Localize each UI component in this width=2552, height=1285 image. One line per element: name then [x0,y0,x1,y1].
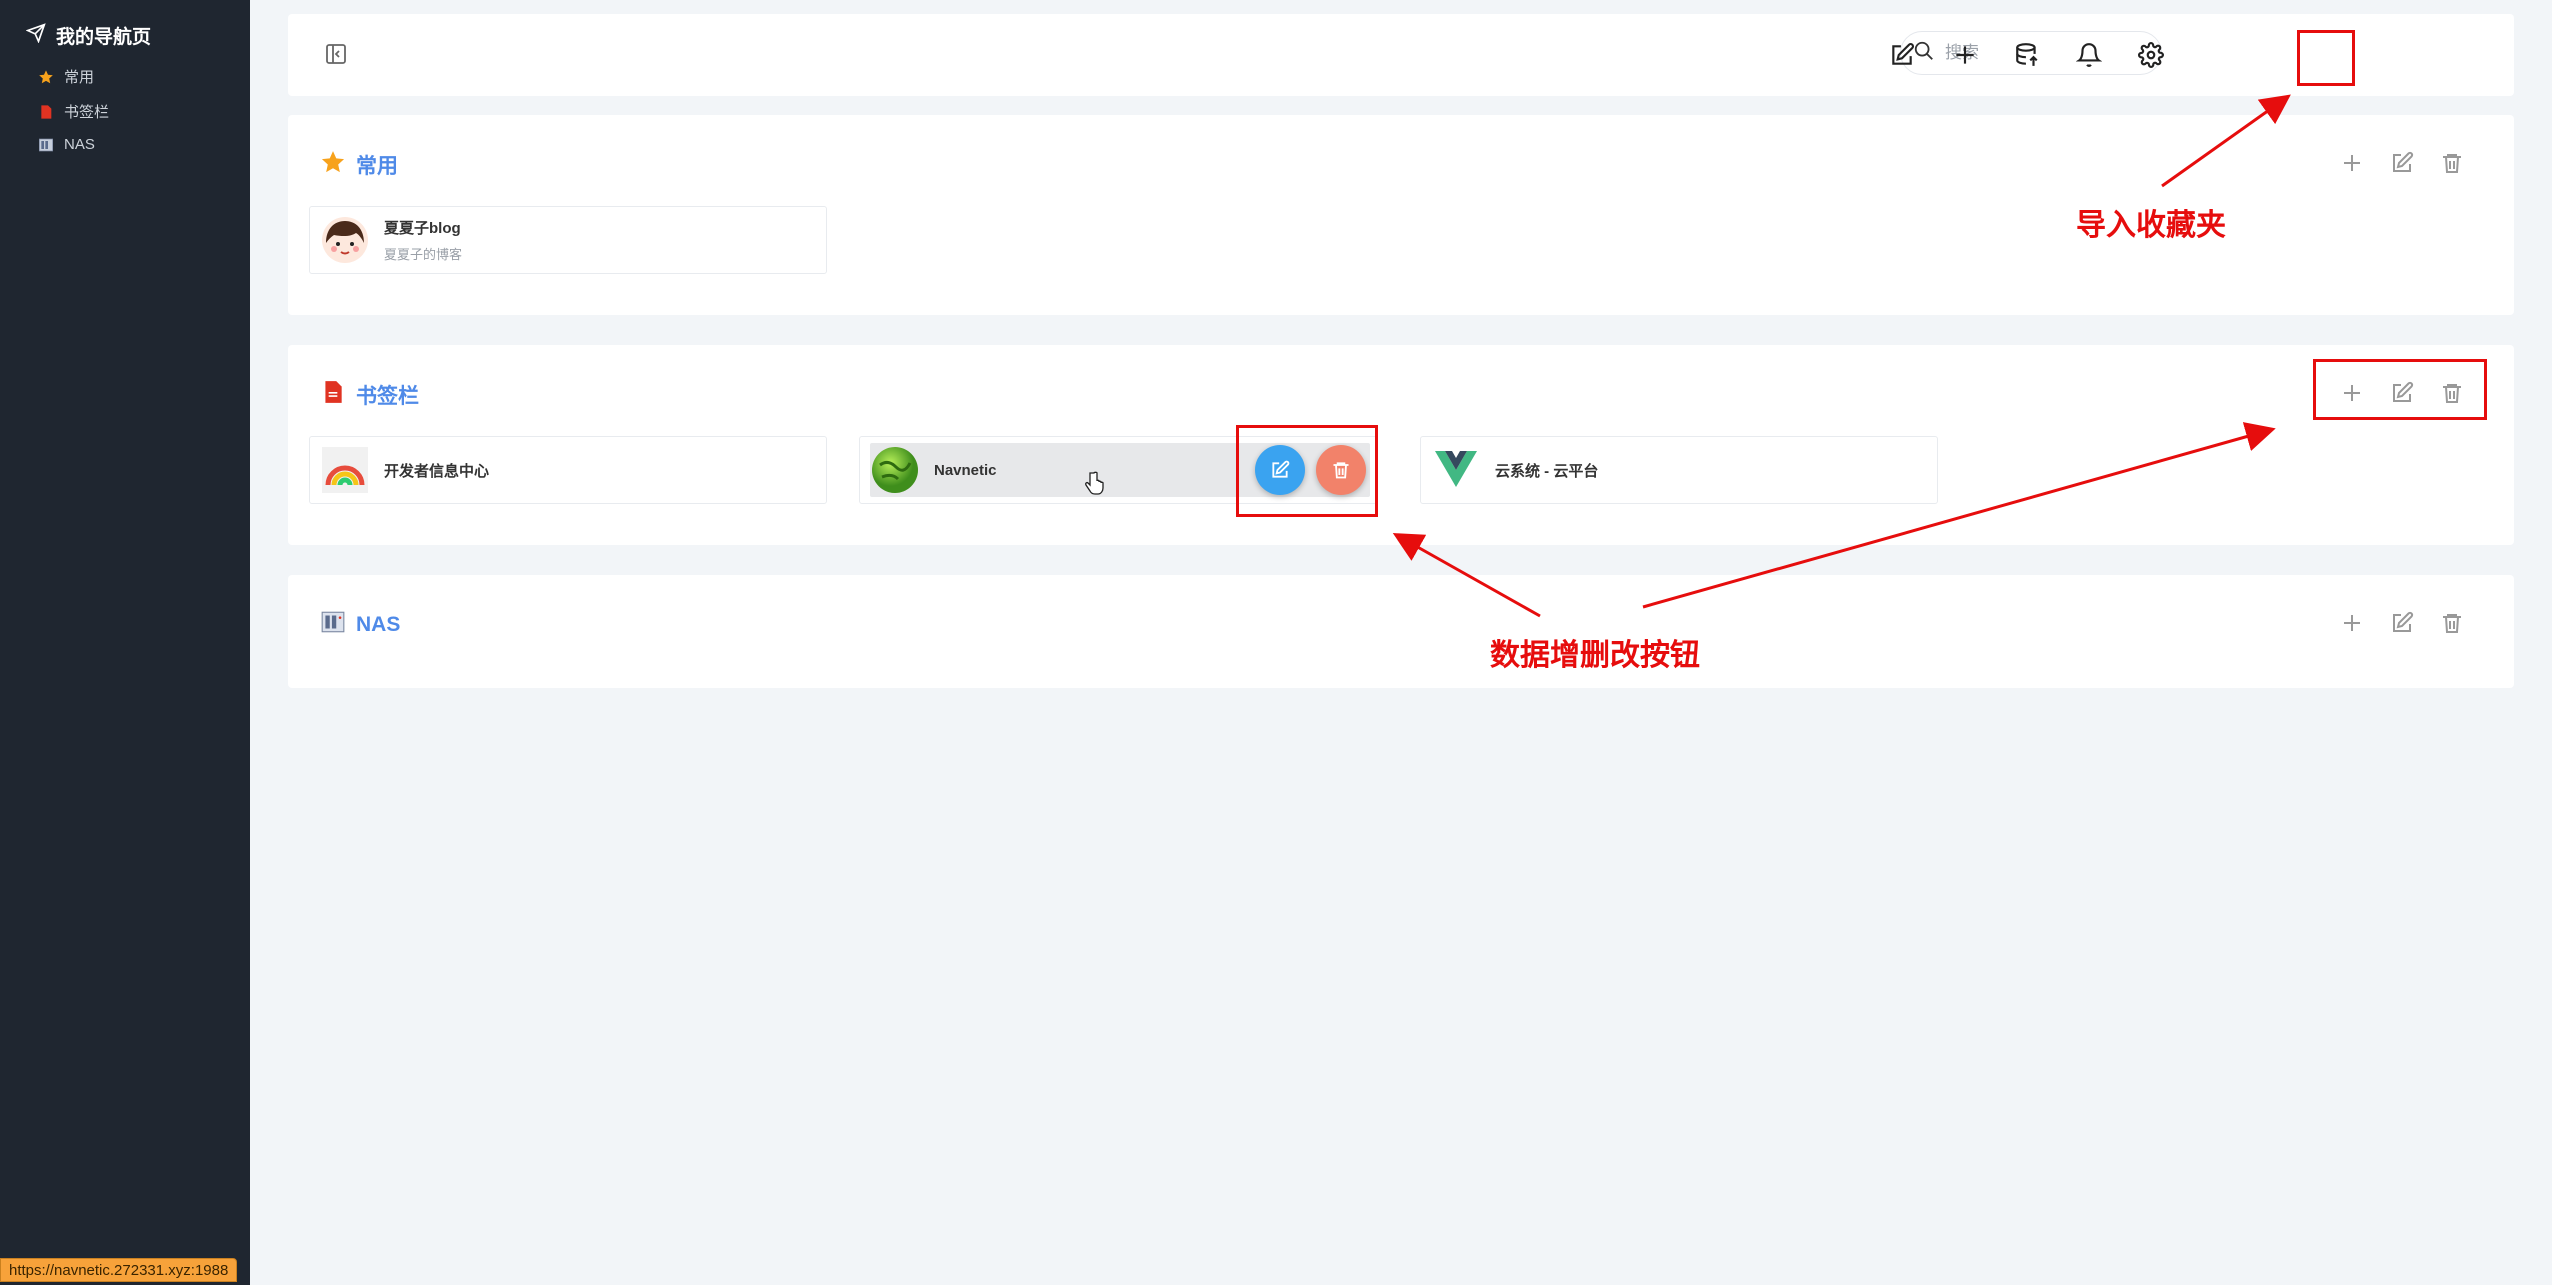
vue-logo-icon [1433,447,1479,493]
annotation-box-card-actions [1236,425,1378,517]
trash-icon[interactable] [2438,149,2466,177]
top-header [288,14,2514,96]
bookmark-card[interactable]: 云系统 - 云平台 [1420,436,1938,504]
section-title-text: 书签栏 [356,385,419,408]
star-icon [38,69,54,85]
add-icon[interactable] [2338,609,2366,637]
section-title: 书签栏 [320,379,419,411]
document-icon [38,104,54,120]
document-icon [320,379,346,411]
section-title: NAS [320,609,400,641]
trash-icon[interactable] [2438,609,2466,637]
plus-icon[interactable] [1948,38,1982,72]
edit-icon[interactable] [1885,38,1919,72]
annotation-label-import: 导入收藏夹 [2076,208,2226,243]
section-title-text: 常用 [356,155,398,178]
sidebar-item-label: 书签栏 [64,104,110,121]
sidebar-collapse-icon[interactable] [324,42,348,66]
section-actions [2338,609,2466,637]
hand-cursor-icon [1084,471,1104,500]
avatar [322,217,368,263]
globe-icon [872,447,918,493]
card-name: 夏夏子blog [384,220,461,237]
brand-title: 我的导航页 [56,27,152,48]
nas-icon [38,137,54,153]
bookmark-card[interactable]: 夏夏子blog 夏夏子的博客 [309,206,827,274]
settings-icon[interactable] [2134,38,2168,72]
edit-icon[interactable] [2388,149,2416,177]
section-bookmarks: 书签栏 开发者信息中心 Navnetic 云系统 - 云平台 [288,345,2514,545]
sidebar: 我的导航页 常用 书签栏 NAS [0,0,250,1285]
nas-icon [320,609,346,641]
bell-icon[interactable] [2072,38,2106,72]
sidebar-item-bookmarks[interactable]: 书签栏 [38,101,109,122]
annotation-label-crud: 数据增删改按钮 [1490,638,1700,673]
rainbow-icon [322,447,368,493]
sidebar-brand[interactable]: 我的导航页 [25,22,152,49]
bookmark-card[interactable]: 开发者信息中心 [309,436,827,504]
link-status-bar: https://navnetic.272331.xyz:1988 [0,1258,238,1282]
card-name: 开发者信息中心 [384,462,490,480]
sidebar-item-common[interactable]: 常用 [38,66,94,87]
section-title: 常用 [320,149,398,181]
annotation-box-section-actions [2313,359,2487,420]
database-import-icon[interactable] [2010,38,2044,72]
section-title-text: NAS [356,613,401,636]
annotation-box-import [2297,30,2355,86]
card-name: 云系统 - 云平台 [1495,462,1599,480]
edit-icon[interactable] [2388,609,2416,637]
card-name: Navnetic [934,461,997,479]
card-desc: 夏夏子的博客 [384,247,463,262]
sidebar-item-label: 常用 [64,69,95,86]
section-actions [2338,149,2466,177]
add-icon[interactable] [2338,149,2366,177]
paper-plane-icon [25,22,46,49]
section-nas: NAS [288,575,2514,688]
sidebar-item-label: NAS [64,136,95,153]
sidebar-item-nas[interactable]: NAS [38,136,95,153]
star-icon [320,149,346,181]
